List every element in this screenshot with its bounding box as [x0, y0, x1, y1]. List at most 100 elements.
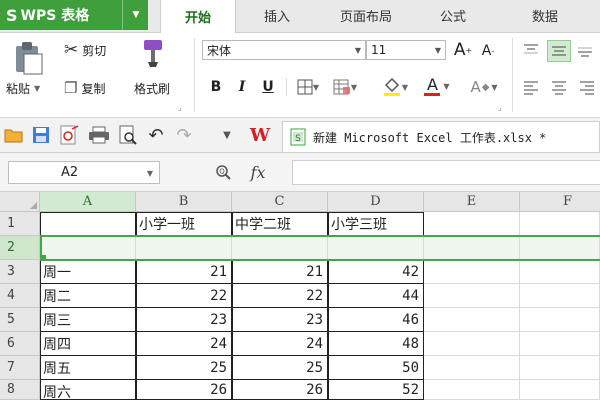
- insert-function-button[interactable]: fx: [244, 160, 272, 184]
- print-icon[interactable]: [88, 126, 110, 144]
- cell-e6[interactable]: [424, 332, 520, 356]
- row-header-2[interactable]: 2: [0, 236, 40, 260]
- cell-b5[interactable]: 23: [136, 308, 232, 332]
- row-header-1[interactable]: 1: [0, 212, 40, 236]
- redo-icon[interactable]: ↷: [174, 124, 194, 146]
- cell-c1[interactable]: 中学二班: [232, 212, 328, 236]
- row-header-4[interactable]: 4: [0, 284, 40, 308]
- cell-b2[interactable]: [136, 236, 232, 260]
- copy-button[interactable]: ❐ 复制: [64, 78, 105, 98]
- cell-c5[interactable]: 23: [232, 308, 328, 332]
- italic-button[interactable]: I: [232, 76, 252, 98]
- cell-a8[interactable]: 周六: [40, 380, 136, 400]
- format-painter-button[interactable]: 格式刷: [134, 78, 170, 98]
- zoom-search-icon[interactable]: Q: [212, 160, 234, 184]
- underline-button[interactable]: U: [258, 76, 278, 98]
- cell-a3[interactable]: 周一: [40, 260, 136, 284]
- grow-font-button[interactable]: A +: [452, 38, 474, 62]
- cell-e8[interactable]: [424, 380, 520, 400]
- cell-f4[interactable]: [520, 284, 600, 308]
- cell-c8[interactable]: 26: [232, 380, 328, 400]
- row-header-5[interactable]: 5: [0, 308, 40, 332]
- column-header-e[interactable]: E: [424, 192, 520, 212]
- column-header-f[interactable]: F: [520, 192, 600, 212]
- align-left-icon[interactable]: [522, 78, 540, 96]
- cell-style-button[interactable]: ▼: [330, 77, 360, 97]
- paste-button[interactable]: 粘贴 ▼: [6, 78, 40, 98]
- cell-c7[interactable]: 25: [232, 356, 328, 380]
- app-menu-dropdown-icon[interactable]: ▼: [122, 0, 149, 30]
- font-dialog-launcher-icon[interactable]: ⌟: [498, 103, 502, 112]
- formula-input[interactable]: [292, 160, 600, 185]
- tab-formulas[interactable]: 公式: [420, 0, 486, 31]
- name-box[interactable]: A2 ▼: [8, 161, 160, 184]
- shrink-font-button[interactable]: A-: [478, 40, 498, 62]
- cell-f8[interactable]: [520, 380, 600, 400]
- cell-e7[interactable]: [424, 356, 520, 380]
- cell-c4[interactable]: 22: [232, 284, 328, 308]
- cell-a4[interactable]: 周二: [40, 284, 136, 308]
- print-preview-icon[interactable]: [118, 125, 138, 145]
- font-name-select[interactable]: 宋体 ▼: [202, 40, 366, 60]
- paste-icon[interactable]: [10, 40, 46, 76]
- row-header-3[interactable]: 3: [0, 260, 40, 284]
- borders-button[interactable]: ▼: [294, 77, 322, 97]
- cell-f2[interactable]: [520, 236, 600, 260]
- export-pdf-icon[interactable]: [58, 125, 80, 145]
- cell-b7[interactable]: 25: [136, 356, 232, 380]
- cell-d1[interactable]: 小学三班: [328, 212, 424, 236]
- cell-e5[interactable]: [424, 308, 520, 332]
- align-right-icon[interactable]: [578, 78, 596, 96]
- document-tab[interactable]: S 新建 Microsoft Excel 工作表.xlsx *: [282, 121, 600, 152]
- cell-e2[interactable]: [424, 236, 520, 260]
- cell-d2[interactable]: [328, 236, 424, 260]
- cell-d7[interactable]: 50: [328, 356, 424, 380]
- align-top-icon[interactable]: [522, 42, 540, 60]
- font-size-select[interactable]: 11 ▼: [366, 40, 446, 60]
- cell-f5[interactable]: [520, 308, 600, 332]
- cell-c3[interactable]: 21: [232, 260, 328, 284]
- tab-home[interactable]: 开始: [160, 0, 236, 33]
- row-header-6[interactable]: 6: [0, 332, 40, 356]
- cell-a6[interactable]: 周四: [40, 332, 136, 356]
- cell-a1[interactable]: [40, 212, 136, 236]
- open-folder-icon[interactable]: [4, 126, 24, 144]
- cell-d5[interactable]: 46: [328, 308, 424, 332]
- clear-format-button[interactable]: A ◆ ▼: [466, 76, 502, 98]
- tab-data[interactable]: 数据: [506, 0, 584, 31]
- clipboard-dialog-launcher-icon[interactable]: ⌟: [178, 103, 182, 112]
- format-painter-icon[interactable]: [140, 38, 168, 68]
- cell-f6[interactable]: [520, 332, 600, 356]
- cut-button[interactable]: ✂ 剪切: [64, 40, 106, 60]
- bold-button[interactable]: B: [206, 76, 226, 98]
- cell-d3[interactable]: 42: [328, 260, 424, 284]
- column-header-a[interactable]: A: [40, 192, 136, 212]
- cell-e1[interactable]: [424, 212, 520, 236]
- cell-e3[interactable]: [424, 260, 520, 284]
- align-middle-icon[interactable]: [547, 40, 571, 62]
- customize-toolbar-chevron-icon[interactable]: ▼: [218, 126, 236, 144]
- cell-a2[interactable]: [40, 236, 136, 260]
- cell-e4[interactable]: [424, 284, 520, 308]
- fill-color-button[interactable]: ▼: [378, 76, 412, 98]
- cell-b6[interactable]: 24: [136, 332, 232, 356]
- cell-d4[interactable]: 44: [328, 284, 424, 308]
- column-header-b[interactable]: B: [136, 192, 232, 212]
- tab-page-layout[interactable]: 页面布局: [322, 0, 410, 31]
- cell-c6[interactable]: 24: [232, 332, 328, 356]
- column-header-d[interactable]: D: [328, 192, 424, 212]
- cell-f1[interactable]: [520, 212, 600, 236]
- tab-insert[interactable]: 插入: [240, 0, 314, 31]
- undo-icon[interactable]: ↶: [146, 124, 166, 146]
- row-header-8[interactable]: 8: [0, 380, 40, 400]
- cell-b4[interactable]: 22: [136, 284, 232, 308]
- cell-d8[interactable]: 52: [328, 380, 424, 400]
- cell-b1[interactable]: 小学一班: [136, 212, 232, 236]
- cell-d6[interactable]: 48: [328, 332, 424, 356]
- align-bottom-icon[interactable]: [576, 42, 594, 60]
- cell-b8[interactable]: 26: [136, 380, 232, 400]
- fill-handle[interactable]: [40, 255, 46, 261]
- font-color-button[interactable]: A ▼: [420, 74, 454, 98]
- row-header-7[interactable]: 7: [0, 356, 40, 380]
- column-header-c[interactable]: C: [232, 192, 328, 212]
